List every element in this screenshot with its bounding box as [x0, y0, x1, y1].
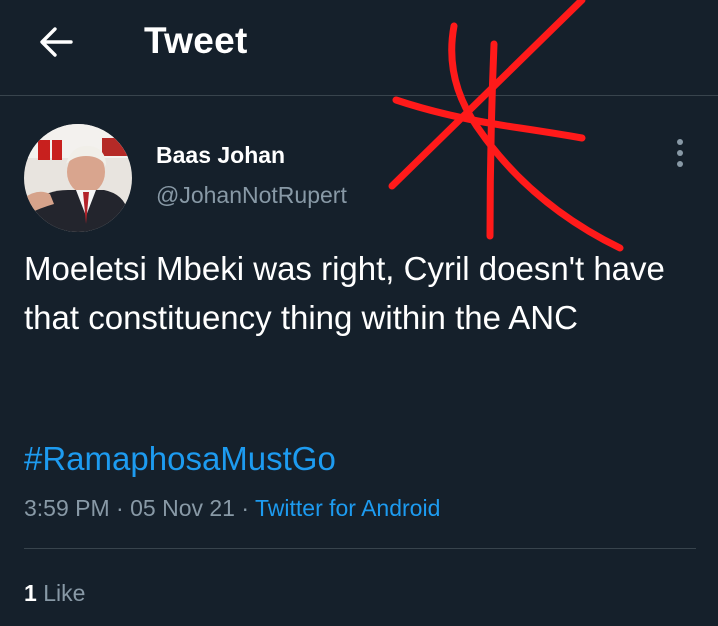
tweet-meta: 3:59 PM · 05 Nov 21 · Twitter for Androi…: [24, 492, 440, 524]
avatar[interactable]: [24, 124, 132, 232]
tweet-source-link[interactable]: Twitter for Android: [255, 495, 440, 521]
likes-label: Like: [43, 580, 86, 606]
back-button[interactable]: [32, 20, 80, 64]
divider: [24, 548, 696, 549]
tweet-detail-page: Tweet Baas Johan @JohanNotRupert Moelets…: [0, 0, 718, 626]
author-handle[interactable]: @JohanNotRupert: [156, 180, 347, 210]
more-options-button[interactable]: [664, 136, 696, 170]
profile-photo: [24, 124, 132, 232]
tweet-time: 3:59 PM: [24, 495, 110, 521]
tweet-text: Moeletsi Mbeki was right, Cyril doesn't …: [24, 250, 665, 336]
tweet-date: 05 Nov 21: [130, 495, 235, 521]
meta-separator: ·: [234, 495, 255, 521]
hashtag-link[interactable]: #RamaphosaMustGo: [24, 434, 336, 484]
top-app-bar: Tweet: [0, 0, 718, 96]
meta-separator: ·: [109, 495, 131, 521]
vertical-ellipsis-icon: [677, 139, 683, 167]
arrow-left-icon: [40, 27, 73, 57]
author-display-name[interactable]: Baas Johan: [156, 140, 285, 170]
likes-link[interactable]: 1 Like: [24, 577, 85, 609]
page-title: Tweet: [144, 20, 248, 61]
likes-count: 1: [24, 580, 37, 606]
